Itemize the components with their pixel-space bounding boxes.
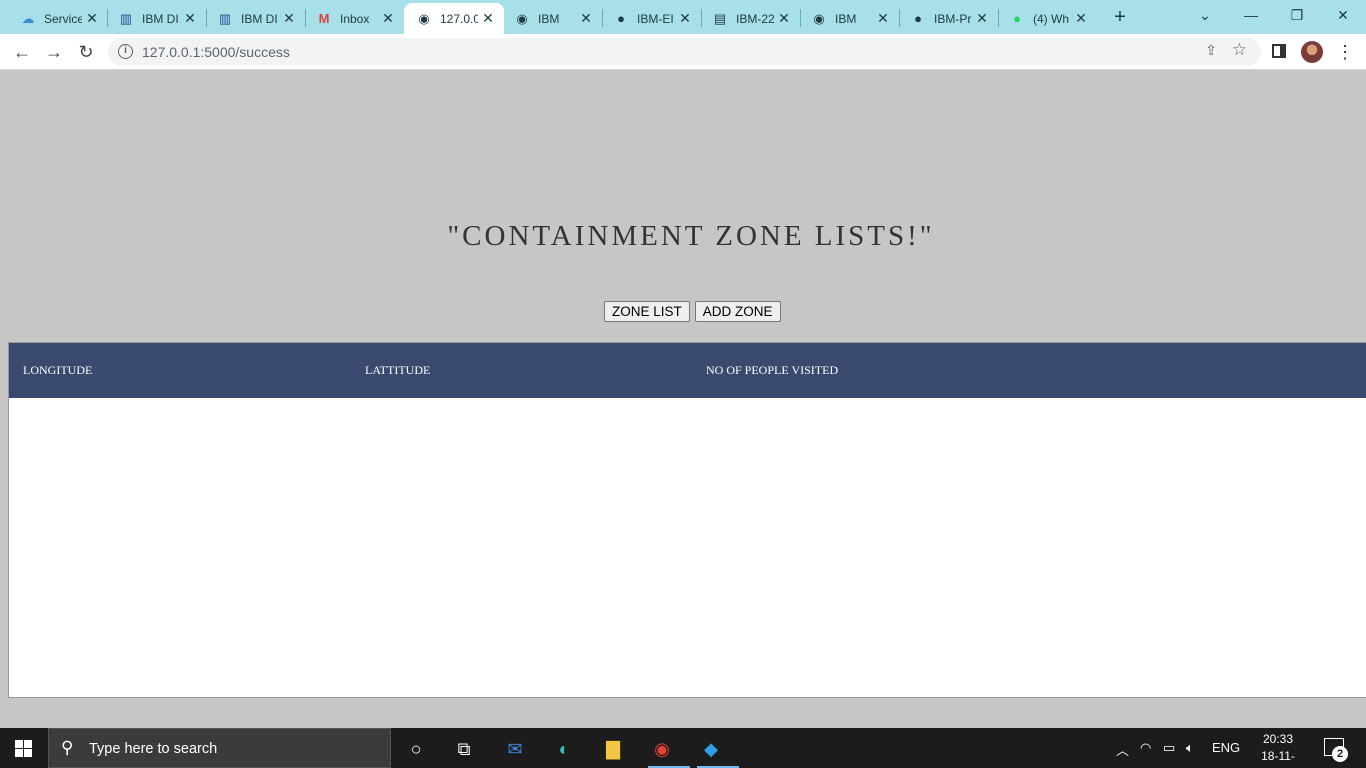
side-panel-icon[interactable]: [1272, 44, 1286, 58]
tab-localhost[interactable]: ◉ 127.0.0 ✕: [404, 3, 504, 34]
notification-count: 2: [1332, 746, 1348, 762]
tab-ibm-di-2[interactable]: ▥ IBM DI ✕: [207, 3, 305, 34]
grid-icon: ▥: [119, 10, 133, 26]
tab-ibm-di-1[interactable]: ▥ IBM DI ✕: [108, 3, 206, 34]
add-zone-button[interactable]: ADD ZONE: [694, 301, 781, 322]
tab-label: IBM DI: [241, 11, 278, 26]
tab-ibm-1[interactable]: ◉ IBM ✕: [504, 3, 602, 34]
close-icon[interactable]: ✕: [578, 10, 594, 27]
file-explorer-icon[interactable]: ▇: [595, 734, 631, 764]
tab-search-chevron-icon[interactable]: ⌄: [1182, 2, 1228, 30]
whatsapp-icon: ●: [1013, 11, 1021, 26]
edge-icon[interactable]: ◐: [546, 734, 582, 764]
close-icon[interactable]: ✕: [776, 10, 792, 27]
tab-whatsapp[interactable]: ● (4) Wh ✕: [999, 3, 1097, 34]
language-indicator[interactable]: ENG: [1212, 740, 1240, 755]
new-tab-button[interactable]: +: [1108, 5, 1132, 29]
tab-label: Service: [44, 11, 82, 26]
zone-list-button[interactable]: ZONE LIST: [604, 301, 690, 322]
tab-label: IBM-22: [736, 11, 774, 26]
github-icon: ●: [617, 11, 625, 26]
mail-icon[interactable]: ✉: [497, 734, 533, 764]
tab-label: 127.0.0: [440, 11, 478, 26]
task-view-icon[interactable]: ⧉: [446, 734, 482, 764]
avatar[interactable]: [1301, 41, 1323, 63]
globe-icon: ◉: [813, 10, 825, 26]
close-icon[interactable]: ✕: [875, 10, 891, 27]
share-icon[interactable]: ⇪: [1205, 42, 1217, 59]
close-icon[interactable]: ✕: [281, 10, 297, 27]
wifi-icon[interactable]: ◠: [1140, 740, 1151, 756]
chrome-icon[interactable]: ◉: [644, 734, 690, 768]
url-text[interactable]: 127.0.0.1:5000/success: [142, 44, 290, 60]
info-icon[interactable]: i: [118, 44, 133, 59]
tab-label: IBM: [835, 11, 857, 26]
globe-icon: ◉: [418, 10, 430, 26]
search-icon: ⚲: [61, 738, 74, 757]
close-icon[interactable]: ✕: [974, 10, 990, 27]
tab-ibm-2[interactable]: ◉ IBM ✕: [801, 3, 899, 34]
taskbar: ⚲ Type here to search ○ ⧉ ✉ ◐ ▇ ◉ ◆ ︿ ◠ …: [0, 728, 1366, 768]
bookmark-star-icon[interactable]: ☆: [1232, 40, 1247, 60]
browser-toolbar: ← → ↻ i 127.0.0.1:5000/success ⇪ ☆ ⋮: [0, 34, 1366, 70]
tab-label: IBM: [538, 11, 560, 26]
date-text: 18-11-2022: [1261, 749, 1295, 768]
reload-button[interactable]: ↻: [74, 40, 98, 64]
tray-chevron-icon[interactable]: ︿: [1116, 740, 1129, 759]
battery-icon[interactable]: ▭: [1163, 740, 1175, 756]
tab-label: IBM DI: [142, 11, 179, 26]
forward-button[interactable]: →: [42, 40, 66, 64]
windows-start-icon[interactable]: [15, 740, 32, 757]
close-icon[interactable]: ✕: [677, 10, 693, 27]
grid-icon: ▥: [218, 10, 232, 26]
close-icon[interactable]: ✕: [1073, 10, 1089, 27]
page-title: "Containment Zone Lists!": [447, 220, 935, 252]
page-content: "Containment Zone Lists!" ZONE LIST ADD …: [0, 70, 1366, 728]
tab-service[interactable]: ☁ Service ✕: [0, 3, 108, 34]
close-icon[interactable]: ✕: [182, 10, 198, 27]
tab-inbox[interactable]: M Inbox ✕: [306, 3, 404, 34]
search-placeholder[interactable]: Type here to search: [89, 741, 217, 757]
column-header-longitude: LONGITUDE: [23, 363, 93, 377]
minimize-button[interactable]: —: [1228, 2, 1274, 30]
tab-ibm-ei[interactable]: ● IBM-EI ✕: [603, 3, 701, 34]
close-icon[interactable]: ✕: [380, 10, 396, 27]
clock[interactable]: 20:33 18-11-2022: [1248, 731, 1308, 768]
volume-icon[interactable]: 🔈︎: [1186, 740, 1194, 756]
address-bar[interactable]: i 127.0.0.1:5000/success ⇪ ☆: [108, 38, 1261, 66]
close-icon[interactable]: ✕: [480, 10, 496, 27]
github-icon: ●: [914, 11, 922, 26]
taskbar-search[interactable]: ⚲ Type here to search: [48, 728, 391, 768]
zone-table: LONGITUDE LATTITUDE NO OF PEOPLE VISITED: [8, 342, 1366, 698]
tab-strip: ☁ Service ✕ ▥ IBM DI ✕ ▥ IBM DI ✕ M Inbo…: [0, 0, 1366, 34]
vscode-icon[interactable]: ◆: [693, 734, 739, 768]
restore-button[interactable]: ❐: [1274, 2, 1320, 30]
column-header-people-visited: NO OF PEOPLE VISITED: [706, 363, 839, 377]
tab-label: (4) Wh: [1033, 11, 1069, 26]
tab-ibm-22[interactable]: ▤ IBM-22 ✕: [702, 3, 800, 34]
cloud-icon: ☁: [21, 10, 35, 26]
gmail-icon: M: [318, 11, 330, 26]
menu-icon[interactable]: ⋮: [1336, 40, 1354, 64]
close-window-button[interactable]: ✕: [1320, 2, 1366, 30]
close-icon[interactable]: ✕: [84, 10, 100, 27]
cortana-icon[interactable]: ○: [398, 734, 434, 764]
column-header-lattitude: LATTITUDE: [365, 363, 431, 377]
button-group: ZONE LIST ADD ZONE: [604, 301, 781, 322]
table-header: LONGITUDE LATTITUDE NO OF PEOPLE VISITED: [9, 343, 1366, 398]
back-button[interactable]: ←: [10, 40, 34, 64]
tab-label: Inbox: [340, 11, 370, 26]
globe-icon: ◉: [516, 10, 528, 26]
time-text: 20:33: [1262, 732, 1294, 746]
tab-label: IBM-Pr: [934, 11, 972, 26]
tab-ibm-pr[interactable]: ● IBM-Pr ✕: [900, 3, 998, 34]
tab-label: IBM-EI: [637, 11, 674, 26]
doc-icon: ▤: [713, 10, 727, 26]
